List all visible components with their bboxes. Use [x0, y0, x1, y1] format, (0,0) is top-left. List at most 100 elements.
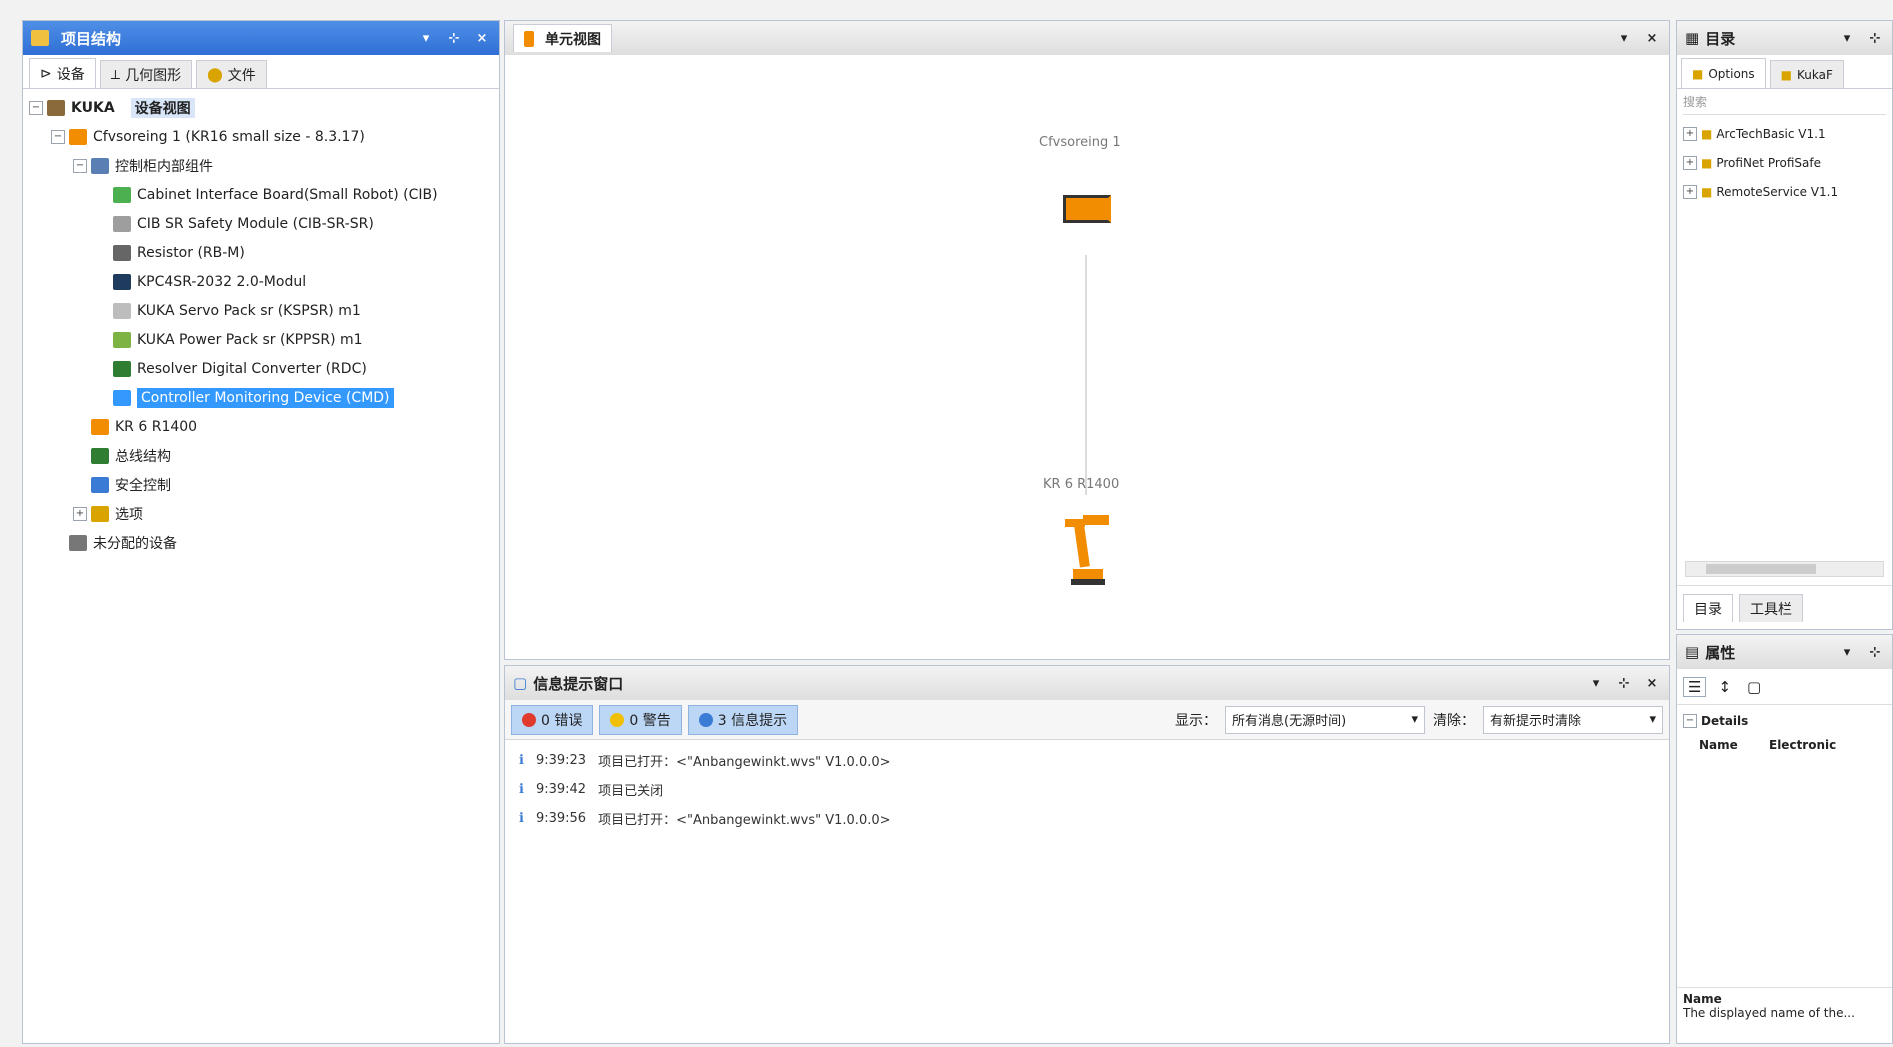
devices-icon: ⊳: [40, 65, 52, 82]
tree-node[interactable]: CIB SR Safety Module (CIB-SR-SR): [29, 209, 499, 238]
tab-cell-view[interactable]: 单元视图: [513, 24, 612, 52]
tree-node[interactable]: 安全控制: [29, 470, 499, 499]
cell-view-panel: 单元视图 ▾ × Cfvsoreing 1 KR 6 R1400: [504, 20, 1670, 660]
tree-node-label: Cfvsoreing 1 (KR16 small size - 8.3.17): [93, 128, 365, 145]
collapse-icon[interactable]: −: [1683, 714, 1697, 728]
catalog-search[interactable]: 搜索: [1683, 93, 1886, 115]
tree-node[interactable]: − 控制柜内部组件: [29, 151, 499, 180]
tab-options[interactable]: ■ Options: [1681, 58, 1766, 88]
tree-node[interactable]: KR 6 R1400: [29, 412, 499, 441]
tree-node-label: Controller Monitoring Device (CMD): [137, 387, 394, 408]
expand-icon[interactable]: +: [1683, 184, 1697, 199]
tree-node-label: CIB SR Safety Module (CIB-SR-SR): [137, 215, 374, 232]
device-icon: [113, 360, 131, 377]
property-row[interactable]: Name Electronic: [1683, 733, 1886, 757]
collapse-icon[interactable]: −: [51, 129, 65, 144]
filter-select[interactable]: 所有消息(无源时间) ▾: [1225, 705, 1425, 734]
message-line[interactable]: ℹ 9:39:42 项目已关闭: [505, 775, 1669, 804]
controller-caption: Cfvsoreing 1: [1039, 135, 1121, 150]
tree-node[interactable]: Controller Monitoring Device (CMD): [29, 383, 499, 412]
info-button[interactable]: 3 信息提示: [687, 704, 799, 735]
panel-menu-icon[interactable]: ▾: [1838, 31, 1856, 46]
expand-icon[interactable]: +: [73, 506, 87, 521]
tree-node-label: KUKA Servo Pack sr (KSPSR) m1: [137, 302, 361, 319]
filter-label: 显示：: [1175, 712, 1217, 729]
message-line[interactable]: ℹ 9:39:56 项目已打开：<"Anbangewinkt.wvs" V1.0…: [505, 804, 1669, 833]
tab-files[interactable]: ⬤ 文件: [196, 60, 267, 88]
tree-root[interactable]: − KUKA 设备视图: [29, 93, 499, 122]
tree-node[interactable]: Cabinet Interface Board(Small Robot) (CI…: [29, 180, 499, 209]
cell-icon: [47, 99, 65, 116]
tree-node[interactable]: Resistor (RB-M): [29, 238, 499, 267]
tree-node[interactable]: KUKA Servo Pack sr (KSPSR) m1: [29, 296, 499, 325]
tree-node-label: 安全控制: [115, 477, 171, 494]
info-icon: ℹ: [519, 782, 524, 797]
collapse-icon[interactable]: −: [73, 158, 87, 173]
project-structure-panel: 项目结构 ▾ ⊹ × ⊳ 设备 ⟂ 几何图形 ⬤ 文件 − KUKA 设备视图 …: [22, 20, 500, 1044]
project-structure-title: 项目结构: [61, 29, 122, 48]
tree-node[interactable]: + 选项: [29, 499, 499, 528]
properties-titlebar: ▤ 属性 ▾ ⊹: [1677, 635, 1892, 669]
sort-az-icon[interactable]: ↕: [1714, 678, 1735, 696]
close-icon[interactable]: ×: [1643, 31, 1661, 46]
controller-icon[interactable]: [1063, 195, 1111, 223]
tab-devices[interactable]: ⊳ 设备: [29, 58, 96, 88]
panel-menu-icon[interactable]: ▾: [1838, 645, 1856, 660]
message-titlebar: ▢ 信息提示窗口 ▾ ⊹ ×: [505, 666, 1669, 700]
close-icon[interactable]: ×: [1643, 676, 1661, 691]
tree-node-label: Resistor (RB-M): [137, 244, 245, 261]
tab-geometry[interactable]: ⟂ 几何图形: [99, 60, 193, 88]
panel-menu-icon[interactable]: ▾: [417, 31, 435, 46]
tree-node[interactable]: KPC4SR-2032 2.0-Modul: [29, 267, 499, 296]
tree-node[interactable]: 未分配的设备: [29, 528, 499, 557]
device-icon: [69, 128, 87, 145]
properties-toolbar: ☰ ↕ ▢: [1677, 669, 1892, 705]
pin-icon[interactable]: ⊹: [1615, 676, 1633, 691]
section-details[interactable]: − Details: [1683, 709, 1886, 733]
clear-label: 清除：: [1433, 712, 1475, 729]
tab-list-icon[interactable]: ▾: [1615, 31, 1633, 46]
tree-node-label: 总线结构: [115, 448, 171, 465]
categorized-icon[interactable]: ☰: [1683, 676, 1707, 697]
expand-icon[interactable]: +: [1683, 126, 1697, 141]
expand-icon[interactable]: +: [1683, 155, 1697, 170]
pin-icon[interactable]: ⊹: [1866, 31, 1884, 46]
collapse-icon[interactable]: −: [29, 100, 43, 115]
tab-catalog[interactable]: 目录: [1683, 594, 1733, 622]
chevron-down-icon: ▾: [1649, 712, 1656, 727]
catalog-item[interactable]: + ■ ArcTechBasic V1.1: [1677, 119, 1892, 148]
pin-icon[interactable]: ⊹: [1866, 645, 1884, 660]
tree-node-label: KPC4SR-2032 2.0-Modul: [137, 273, 307, 290]
tab-kukaf[interactable]: ■ KukaF: [1769, 60, 1844, 88]
clear-select[interactable]: 有新提示时清除 ▾: [1483, 705, 1663, 734]
device-icon: [91, 418, 109, 435]
tree-node[interactable]: Resolver Digital Converter (RDC): [29, 354, 499, 383]
scroll-thumb[interactable]: [1706, 564, 1816, 574]
tree-node[interactable]: KUKA Power Pack sr (KPPSR) m1: [29, 325, 499, 354]
pin-icon[interactable]: ⊹: [445, 31, 463, 46]
device-tree: − KUKA 设备视图 − Cfvsoreing 1 (KR16 small si…: [23, 89, 499, 557]
errors-button[interactable]: 0 错误: [511, 704, 594, 735]
catalog-item[interactable]: + ■ ProfiNet ProfiSafe: [1677, 148, 1892, 177]
message-line[interactable]: ℹ 9:39:23 项目已打开：<"Anbangewinkt.wvs" V1.0…: [505, 746, 1669, 775]
folder-icon: ■: [1692, 66, 1704, 81]
close-icon[interactable]: ×: [473, 31, 491, 46]
warnings-button[interactable]: 0 警告: [599, 704, 682, 735]
connection-line: [1085, 255, 1087, 495]
tree-node[interactable]: − Cfvsoreing 1 (KR16 small size - 8.3.17): [29, 122, 499, 151]
cell-view-tabbar: 单元视图 ▾ ×: [505, 21, 1669, 55]
property-pages-icon[interactable]: ▢: [1743, 678, 1765, 696]
info-icon: [698, 712, 713, 727]
tree-node[interactable]: 总线结构: [29, 441, 499, 470]
robot-icon[interactable]: [1063, 513, 1113, 587]
device-icon: [91, 157, 109, 174]
package-icon: ■: [1701, 184, 1713, 199]
panel-menu-icon[interactable]: ▾: [1587, 676, 1605, 691]
device-icon: [91, 476, 109, 493]
robot-caption: KR 6 R1400: [1043, 477, 1120, 492]
catalog-item[interactable]: + ■ RemoteService V1.1: [1677, 177, 1892, 206]
horizontal-scrollbar[interactable]: [1685, 561, 1884, 577]
tab-toolbar[interactable]: 工具栏: [1739, 594, 1803, 622]
device-icon: [113, 186, 131, 203]
tree-node-label: 未分配的设备: [93, 535, 177, 552]
